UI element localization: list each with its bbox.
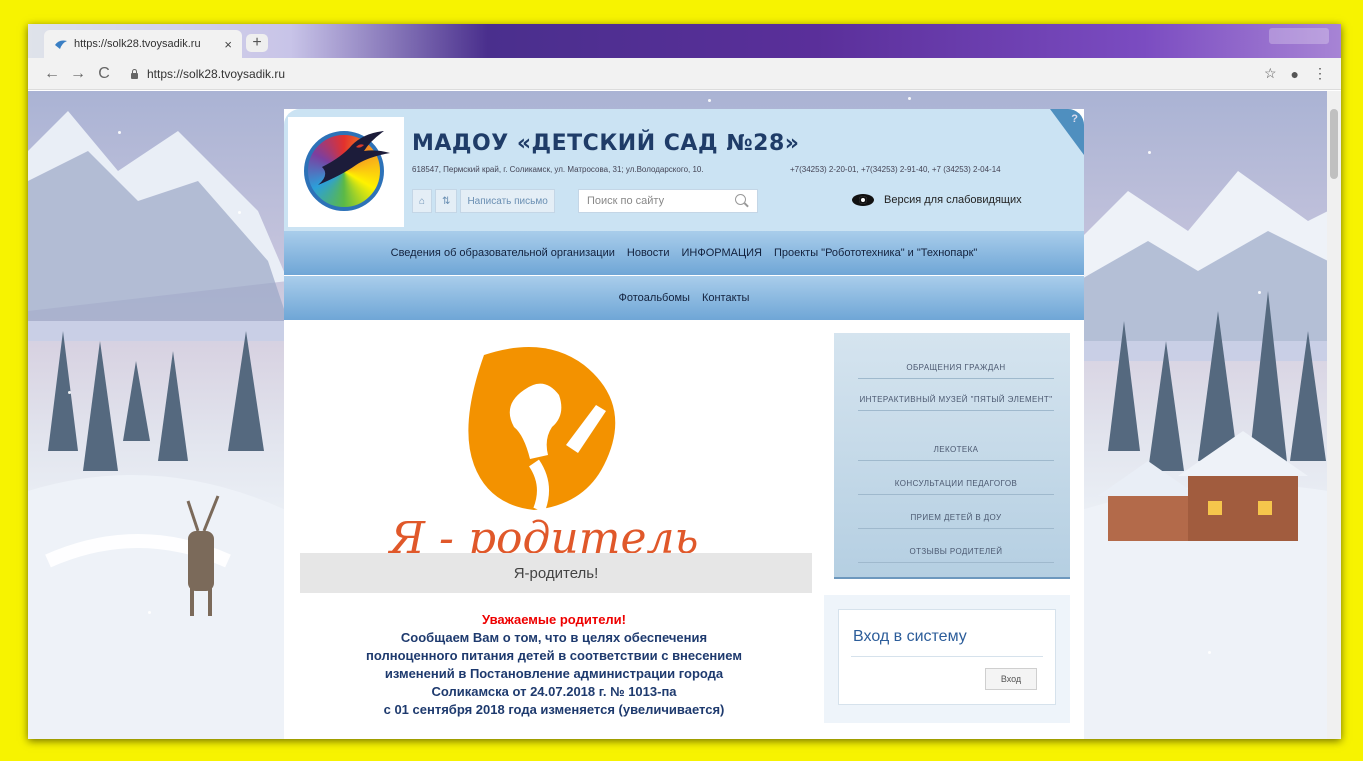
snowflake	[238, 211, 241, 214]
profile-icon[interactable]: ●	[1291, 66, 1299, 82]
window-controls[interactable]	[1269, 28, 1329, 44]
login-button[interactable]: Вход	[985, 668, 1037, 690]
sidebar-menu: ОБРАЩЕНИЯ ГРАЖДАН ИНТЕРАКТИВНЫЙ МУЗЕЙ "П…	[834, 333, 1070, 579]
address-bar: ← → C https://solk28.tvoysadik.ru ☆ ● ⋮	[28, 58, 1341, 90]
login-title: Вход в систему	[853, 628, 967, 645]
search-placeholder: Поиск по сайту	[587, 195, 665, 207]
site-container: МАДОУ «ДЕТСКИЙ САД №28» 618547, Пермский…	[284, 109, 1084, 739]
back-button[interactable]: ←	[42, 65, 62, 83]
sidebar-item-interactive-museum[interactable]: ИНТЕРАКТИВНЫЙ МУЗЕЙ "ПЯТЫЙ ЭЛЕМЕНТ"	[858, 395, 1054, 411]
eye-icon	[852, 193, 874, 207]
hero-caption[interactable]: Я-родитель!	[300, 553, 812, 593]
url-text: https://solk28.tvoysadik.ru	[147, 66, 286, 81]
snowflake	[68, 391, 71, 394]
login-box: Вход в систему Вход	[838, 609, 1056, 705]
article-line: изменений в Постановление администрации …	[384, 666, 724, 681]
snowflake	[148, 611, 151, 614]
login-divider	[851, 656, 1043, 657]
help-corner[interactable]: ?	[1050, 109, 1084, 155]
nav-item-projects[interactable]: Проекты "Робототехника" и "Технопарк"	[772, 247, 979, 259]
lock-icon	[130, 68, 139, 79]
snowflake	[708, 99, 711, 102]
tab-title: https://solk28.tvoysadik.ru	[74, 38, 201, 50]
help-icon: ?	[1071, 113, 1078, 125]
login-panel: Вход в систему Вход	[824, 595, 1070, 723]
site-search-input[interactable]: Поиск по сайту	[578, 189, 758, 213]
search-icon[interactable]	[735, 194, 749, 208]
snowflake	[118, 131, 121, 134]
reload-button[interactable]: C	[94, 65, 114, 83]
article-line: с 01 сентября 2018 года изменяется (увел…	[383, 702, 725, 717]
site-address: 618547, Пермский край, г. Соликамск, ул.…	[412, 165, 704, 174]
site-favicon-icon	[54, 37, 68, 51]
forward-button[interactable]: →	[68, 65, 88, 83]
home-button[interactable]: ⌂	[412, 189, 433, 213]
article-text: Уважаемые родители! Сообщаем Вам о том, …	[314, 611, 794, 719]
sitemap-button[interactable]: ⇅	[435, 189, 458, 213]
swallow-icon	[318, 131, 390, 185]
scrollbar-thumb[interactable]	[1330, 109, 1338, 179]
nav-item-information[interactable]: ИНФОРМАЦИЯ	[679, 247, 763, 259]
url-field[interactable]: https://solk28.tvoysadik.ru	[130, 67, 285, 81]
main-nav-row-2: Фотоальбомы Контакты	[284, 276, 1084, 320]
sidebar-item-lekoteka[interactable]: ЛЕКОТЕКА	[858, 445, 1054, 461]
article-line: Соликамска от 24.07.2018 г. № 1013-па	[431, 684, 677, 699]
browser-menu-icon[interactable]: ⋮	[1313, 65, 1327, 82]
nav-item-news[interactable]: Новости	[625, 247, 672, 259]
sidebar-item-child-admission[interactable]: ПРИЕМ ДЕТЕЙ В ДОУ	[858, 513, 1054, 529]
site-title: МАДОУ «ДЕТСКИЙ САД №28»	[412, 131, 800, 156]
ya-roditel-banner[interactable]: Я - родитель	[334, 335, 754, 565]
site-header: МАДОУ «ДЕТСКИЙ САД №28» 618547, Пермский…	[284, 109, 1084, 231]
article-line: полноценного питания детей в соответстви…	[366, 648, 742, 663]
main-nav-row-1: Сведения об образовательной организации …	[284, 231, 1084, 275]
sidebar-item-teacher-consultations[interactable]: КОНСУЛЬТАЦИИ ПЕДАГОГОВ	[858, 479, 1054, 495]
low-vision-link[interactable]: Версия для слабовидящих	[852, 193, 1022, 207]
nav-item-contacts[interactable]: Контакты	[700, 292, 752, 304]
nav-item-photo-albums[interactable]: Фотоальбомы	[617, 292, 692, 304]
header-toolbar: ⌂ ⇅ Написать письмо	[412, 189, 555, 213]
sitemap-icon: ⇅	[442, 195, 451, 207]
new-tab-button[interactable]: +	[246, 34, 268, 52]
tab-close-icon[interactable]: ×	[224, 37, 232, 52]
bookmark-star-icon[interactable]: ☆	[1264, 65, 1277, 82]
nav-item-education-info[interactable]: Сведения об образовательной организации	[389, 247, 617, 259]
sidebar-item-citizen-appeals[interactable]: ОБРАЩЕНИЯ ГРАЖДАН	[858, 363, 1054, 379]
article-line: Сообщаем Вам о том, что в целях обеспече…	[400, 630, 708, 645]
address-bar-actions: ☆ ● ⋮	[1264, 65, 1327, 82]
browser-tab-bar: https://solk28.tvoysadik.ru × +	[28, 24, 1341, 58]
snowflake	[1148, 151, 1151, 154]
home-icon: ⌂	[419, 195, 426, 207]
screenshot-frame: https://solk28.tvoysadik.ru × + ← → C ht…	[28, 24, 1341, 739]
page-viewport: МАДОУ «ДЕТСКИЙ САД №28» 618547, Пермский…	[28, 91, 1341, 739]
sidebar-item-parent-reviews[interactable]: ОТЗЫВЫ РОДИТЕЛЕЙ	[858, 547, 1054, 563]
write-letter-button[interactable]: Написать письмо	[460, 189, 555, 213]
site-logo[interactable]	[288, 117, 404, 227]
site-phones: +7(34253) 2-20-01, +7(34253) 2-91-40, +7…	[790, 165, 1001, 174]
snowflake	[908, 97, 911, 100]
browser-tab[interactable]: https://solk28.tvoysadik.ru ×	[44, 30, 242, 58]
vertical-scrollbar[interactable]	[1327, 91, 1341, 739]
article-greeting: Уважаемые родители!	[482, 612, 626, 627]
low-vision-label: Версия для слабовидящих	[884, 194, 1022, 206]
snowflake	[1208, 651, 1211, 654]
snowflake	[1258, 291, 1261, 294]
